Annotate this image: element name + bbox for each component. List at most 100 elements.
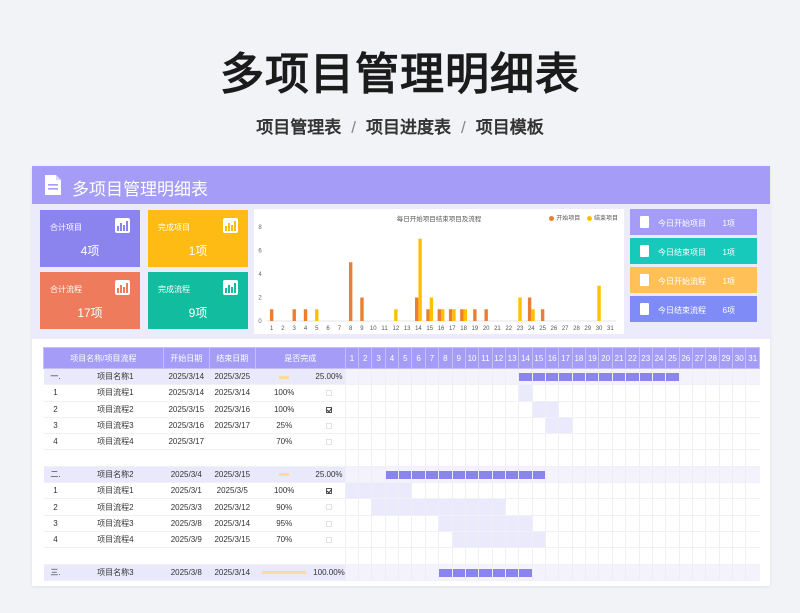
row-name[interactable]: 项目流程2: [67, 498, 164, 516]
gantt-cell: [358, 466, 372, 484]
row-name[interactable]: 项目名称3: [67, 564, 164, 581]
day-header: 7: [424, 347, 440, 369]
gantt-bar: [439, 568, 452, 577]
row-number[interactable]: 2: [43, 498, 68, 516]
nav-link-template[interactable]: 项目模板: [476, 118, 544, 137]
bar-chart-icon: [115, 218, 130, 233]
end-date[interactable]: 2025/3/14: [209, 515, 256, 532]
checkbox-icon[interactable]: [325, 488, 332, 495]
gantt-cell: [732, 531, 746, 549]
start-date[interactable]: 2025/3/17: [163, 433, 210, 451]
row-number[interactable]: 3: [43, 417, 68, 435]
row-number[interactable]: 2: [43, 401, 68, 418]
gantt-cell: [531, 401, 546, 418]
end-date[interactable]: 2025/3/14: [209, 564, 256, 581]
start-date[interactable]: 2025/3/15: [163, 401, 210, 418]
checkbox-icon[interactable]: [325, 422, 332, 429]
gantt-cell: [745, 401, 760, 418]
start-date[interactable]: 2025/3/4: [163, 466, 210, 484]
done-checkbox[interactable]: [313, 417, 346, 435]
row-number[interactable]: 二.: [43, 466, 68, 484]
end-date[interactable]: 2025/3/25: [209, 368, 256, 386]
gantt-cell: [358, 515, 372, 532]
end-date[interactable]: 2025/3/5: [209, 482, 256, 500]
row-number[interactable]: 4: [43, 531, 68, 549]
end-date[interactable]: 2025/3/15: [209, 531, 256, 549]
row-name[interactable]: 项目流程1: [67, 384, 164, 402]
start-date[interactable]: 2025/3/8: [163, 515, 210, 532]
gantt-cell: [745, 531, 760, 549]
end-date[interactable]: 2025/3/12: [209, 498, 256, 516]
start-date[interactable]: 2025/3/1: [163, 482, 210, 500]
end-date[interactable]: [209, 433, 256, 451]
row-name[interactable]: 项目流程3: [67, 515, 164, 532]
end-date[interactable]: 2025/3/15: [209, 466, 256, 484]
end-date[interactable]: 2025/3/16: [209, 401, 256, 418]
row-number[interactable]: 一.: [43, 368, 68, 386]
x-tick-label: 25: [539, 326, 546, 332]
gantt-shade: [466, 531, 479, 547]
done-checkbox[interactable]: [313, 482, 346, 500]
done-checkbox[interactable]: [313, 384, 346, 402]
gantt-cell: [451, 449, 466, 467]
gantt-cell: [678, 515, 693, 532]
gantt-cell: [571, 564, 586, 581]
row-number[interactable]: 3: [43, 515, 68, 532]
row-number[interactable]: 1: [43, 384, 68, 402]
nav-link-progress-table[interactable]: 项目进度表: [366, 118, 451, 137]
chart-bar: [315, 309, 319, 321]
row-name[interactable]: 项目流程3: [67, 417, 164, 435]
gantt-cell: [571, 384, 586, 402]
done-checkbox[interactable]: [313, 433, 346, 451]
end-date[interactable]: 2025/3/14: [209, 384, 256, 402]
checkbox-icon[interactable]: [325, 439, 332, 446]
row-name[interactable]: 项目名称2: [67, 466, 164, 484]
row-name[interactable]: 项目流程2: [67, 401, 164, 418]
checkbox-icon[interactable]: [325, 504, 332, 511]
column-header[interactable]: 结束日期: [208, 347, 256, 369]
row-number[interactable]: 三.: [43, 564, 68, 581]
gantt-cell: [344, 498, 359, 516]
done-checkbox[interactable]: [313, 401, 346, 418]
column-header[interactable]: 是否完成: [254, 347, 346, 369]
nav-link-project-table[interactable]: 项目管理表: [256, 118, 341, 137]
day-header: 15: [531, 347, 547, 369]
start-date[interactable]: 2025/3/8: [163, 564, 210, 581]
gantt-shade: [533, 531, 546, 547]
gantt-cell: [625, 515, 640, 532]
done-checkbox[interactable]: [313, 531, 346, 549]
start-date[interactable]: 2025/3/14: [163, 384, 210, 402]
gantt-cell: [678, 531, 693, 549]
row-name[interactable]: 项目名称1: [67, 368, 164, 386]
done-checkbox[interactable]: [313, 498, 346, 516]
gantt-cell: [678, 384, 693, 402]
summary-value: 1项: [722, 219, 735, 228]
end-date[interactable]: 2025/3/17: [209, 417, 256, 435]
gantt-cell: [424, 564, 439, 581]
spacer-row: [43, 547, 760, 565]
column-header[interactable]: 开始日期: [162, 347, 210, 369]
start-date[interactable]: 2025/3/3: [163, 498, 210, 516]
gantt-cell: [518, 449, 533, 467]
gantt-shade: [493, 531, 505, 547]
gantt-cell: [478, 498, 493, 516]
start-date[interactable]: 2025/3/14: [163, 368, 210, 386]
checkbox-icon[interactable]: [325, 406, 332, 413]
row-name[interactable]: 项目流程4: [67, 433, 164, 451]
gantt-cell: [691, 498, 706, 516]
start-date[interactable]: 2025/3/16: [163, 417, 210, 435]
gantt-cell: [625, 384, 640, 402]
checkbox-icon[interactable]: [325, 390, 332, 397]
checkbox-icon[interactable]: [325, 520, 332, 527]
column-header[interactable]: 项目名称/项目流程: [43, 347, 164, 369]
gantt-cell: [358, 531, 372, 549]
done-checkbox[interactable]: [313, 515, 346, 532]
start-date[interactable]: 2025/3/9: [163, 531, 210, 549]
checkbox-icon[interactable]: [325, 537, 332, 543]
gantt-cell: [384, 515, 399, 532]
row-name[interactable]: 项目流程1: [67, 482, 164, 500]
row-name[interactable]: 项目流程4: [67, 531, 164, 549]
gantt-cell: [504, 564, 519, 581]
row-number[interactable]: 4: [43, 433, 68, 451]
row-number[interactable]: 1: [43, 482, 68, 500]
